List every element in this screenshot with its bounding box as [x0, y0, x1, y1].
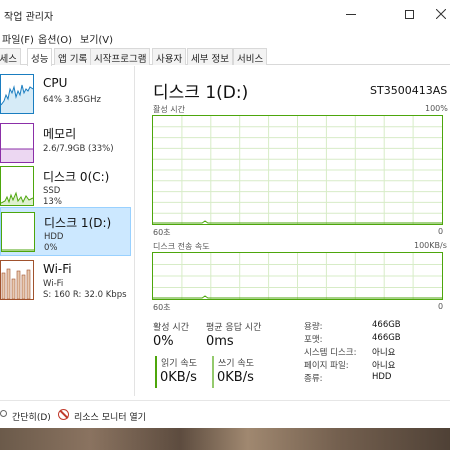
transfer-rate-x-left: 60초 [153, 303, 171, 312]
sidebar-disk0-usage: 13% [43, 197, 62, 207]
page-file-label: 페이지 파일: [304, 361, 349, 371]
disk-type-value: HDD [372, 372, 392, 382]
sidebar-item-wifi[interactable]: Wi-Fi Wi-Fi S: 160 R: 32.0 Kbps [0, 256, 131, 305]
tab-services[interactable]: 서비스 [233, 48, 268, 65]
response-time-stat-label: 평균 응답 시간 [206, 323, 262, 333]
read-speed-indicator [155, 356, 157, 388]
read-speed-value: 0KB/s [160, 370, 197, 385]
cpu-thumbnail-graph [0, 74, 34, 114]
sidebar-disk0-label: 디스크 0(C:) [43, 170, 110, 184]
menu-options[interactable]: 옵션(O) [38, 31, 72, 46]
resource-sidebar: CPU 64% 3.85GHz 메모리 2.6/7.9GB (33%) 디스크 … [0, 66, 135, 396]
page-title: 디스크 1(D:) [153, 83, 249, 103]
write-speed-indicator [212, 356, 214, 388]
active-time-stat-label: 활성 시간 [153, 323, 189, 333]
tab-users[interactable]: 사용자 [152, 48, 187, 65]
system-disk-label: 시스템 디스크: [304, 348, 357, 358]
page-file-value: 아니요 [372, 361, 396, 371]
sidebar-item-disk-0[interactable]: 디스크 0(C:) SSD 13% [0, 162, 131, 211]
system-disk-value: 아니요 [372, 348, 396, 358]
menu-file[interactable]: 파일(F) [2, 31, 34, 46]
sidebar-wifi-type: Wi-Fi [43, 279, 64, 289]
minimize-button[interactable] [330, 0, 372, 28]
close-icon [436, 9, 446, 19]
sidebar-item-cpu[interactable]: CPU 64% 3.85GHz [0, 70, 131, 119]
sidebar-disk0-type: SSD [43, 186, 61, 196]
tab-details[interactable]: 세부 정보 [187, 48, 233, 65]
transfer-rate-graph [152, 252, 443, 300]
desktop-wallpaper [0, 428, 450, 450]
transfer-rate-grid [153, 253, 442, 299]
footer-bar: 간단히(D) 리소스 모니터 열기 [0, 400, 450, 428]
minimize-icon [346, 13, 356, 15]
active-time-graph-max: 100% [425, 104, 448, 113]
open-resource-monitor-link[interactable]: 리소스 모니터 열기 [74, 410, 146, 423]
sidebar-cpu-usage: 64% 3.85GHz [43, 95, 101, 105]
disk-model: ST3500413AS [370, 84, 448, 97]
sidebar-wifi-throughput: S: 160 R: 32.0 Kbps [43, 290, 127, 300]
sidebar-item-disk-1[interactable]: 디스크 1(D:) HDD 0% [0, 207, 131, 256]
sidebar-memory-usage: 2.6/7.9GB (33%) [43, 144, 114, 154]
maximize-icon [404, 9, 414, 19]
active-time-stat-value: 0% [153, 334, 174, 349]
sidebar-cpu-label: CPU [43, 76, 68, 90]
sidebar-disk1-label: 디스크 1(D:) [44, 216, 112, 230]
title-bar: 작업 관리자 [0, 0, 450, 28]
transfer-rate-graph-label: 디스크 전송 속도 [153, 242, 210, 251]
tab-performance[interactable]: 성능 [27, 48, 53, 66]
wifi-thumbnail-graph [0, 260, 34, 300]
sidebar-item-memory[interactable]: 메모리 2.6/7.9GB (33%) [0, 119, 131, 168]
active-time-grid [153, 116, 442, 224]
chevron-up-icon[interactable] [0, 410, 7, 417]
menu-view[interactable]: 보기(V) [80, 31, 113, 46]
formatted-label: 포맷: [304, 335, 323, 345]
transfer-rate-x-right: 0 [438, 302, 444, 311]
sidebar-memory-label: 메모리 [43, 127, 77, 141]
sidebar-wifi-label: Wi-Fi [43, 262, 72, 276]
write-speed-value: 0KB/s [217, 370, 254, 385]
capacity-label: 용량: [304, 322, 323, 332]
tab-strip: 프로세스 성능 앱 기록 시작프로그램 사용자 세부 정보 서비스 [0, 47, 450, 66]
active-time-graph-label: 활성 시간 [153, 105, 185, 114]
response-time-stat-value: 0ms [206, 334, 234, 349]
capacity-value: 466GB [372, 320, 401, 330]
tab-app-history[interactable]: 앱 기록 [54, 48, 92, 65]
sidebar-disk1-usage: 0% [44, 243, 58, 253]
memory-thumbnail-graph [0, 123, 34, 163]
tab-startup[interactable]: 시작프로그램 [90, 48, 151, 65]
disk1-thumbnail-graph [1, 212, 35, 252]
active-time-x-left: 60초 [153, 228, 171, 237]
disk-type-label: 종류: [304, 374, 323, 384]
active-time-graph [152, 115, 443, 225]
menu-bar: 파일(F) 옵션(O) 보기(V) [0, 28, 450, 46]
sidebar-disk1-type: HDD [44, 232, 64, 242]
write-speed-label: 쓰기 속도 [218, 359, 254, 369]
read-speed-label: 읽기 속도 [161, 359, 197, 369]
active-time-x-right: 0 [438, 227, 444, 236]
tab-processes[interactable]: 프로세스 [0, 48, 21, 65]
window-title: 작업 관리자 [4, 12, 54, 23]
formatted-value: 466GB [372, 333, 401, 343]
disk0-thumbnail-graph [0, 166, 34, 206]
transfer-rate-graph-max: 100KB/s [414, 241, 447, 250]
resource-monitor-icon[interactable] [58, 409, 69, 420]
close-button[interactable] [420, 0, 450, 28]
collapse-button[interactable]: 간단히(D) [12, 410, 51, 423]
